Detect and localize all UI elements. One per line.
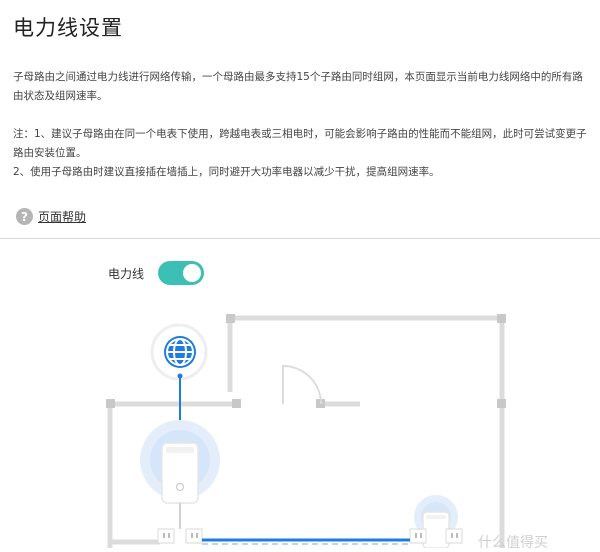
sub-router-icon (422, 511, 450, 548)
powerline-diagram (106, 314, 506, 548)
watermark: 什么值得买 (478, 535, 548, 551)
router-icon (161, 442, 199, 504)
wall-segment (230, 315, 505, 548)
globe-icon (150, 323, 208, 381)
door (282, 364, 322, 405)
